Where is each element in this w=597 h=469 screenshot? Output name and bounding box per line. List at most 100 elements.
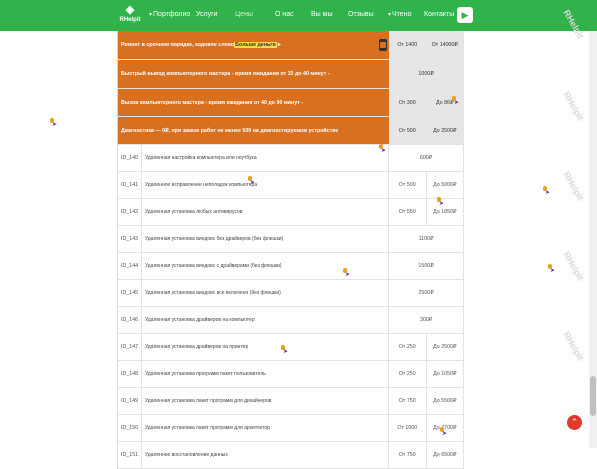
service-name: Удаленная установка виндовс все включено… (142, 280, 389, 306)
table-row: ID_143 Удаленная установка виндовс без д… (118, 226, 464, 253)
table-row: ID_140 Удаленная настройка компьютера ил… (118, 145, 464, 172)
nav-label: О нас (275, 11, 294, 18)
service-id: ID_146 (118, 307, 142, 333)
service-name: Удаленная установка любых антивирусов (142, 199, 389, 225)
service-id: ID_141 (118, 172, 142, 198)
orange-service-row: Вызов компьютерного мастера - время ожид… (118, 89, 464, 117)
logo-text: RHelpit (119, 17, 141, 23)
price-table: Ремонт в срочном порядке, кодовое слово … (117, 31, 464, 469)
cursor-icon: ➤ (543, 186, 550, 197)
price-from: От 500 (389, 172, 427, 198)
logo-mark-icon: ◈ (125, 4, 135, 16)
price-from: От 250 (389, 361, 427, 387)
table-row: ID_147 Удаленная установка драйверов на … (118, 334, 464, 361)
price-from: От 1400 (389, 31, 427, 59)
nav-item-portfolio[interactable]: ▾Портфолио (149, 11, 190, 18)
service-name: Удаленная установка драйверов на компьют… (142, 307, 389, 333)
chevron-up-icon: ⌃ (570, 417, 579, 427)
nav-item-reviews[interactable]: Отзывы (348, 11, 374, 18)
service-name: Удаленная установка программ пакет польз… (142, 361, 389, 387)
price-fixed: 1000₽ (389, 60, 464, 88)
orange-service-row: Ремонт в срочном порядке, кодовое слово … (118, 31, 464, 60)
cursor-icon: ➤ (452, 96, 459, 107)
table-row: ID_141 Удаленное исправление неполадок к… (118, 172, 464, 199)
price-to: До 1050₽ (427, 361, 464, 387)
service-id: ID_150 (118, 415, 142, 441)
nav-item-prices[interactable]: Цены (235, 11, 253, 18)
site-logo[interactable]: ◈ RHelpit (118, 4, 142, 28)
table-row: ID_146 Удаленная установка драйверов на … (118, 307, 464, 334)
nav-item-about[interactable]: О нас (275, 11, 294, 18)
cursor-icon: ➤ (437, 197, 444, 208)
watermark: RHelpit (561, 330, 586, 363)
table-row: ID_150 Удаленная установка пакет програм… (118, 415, 464, 442)
service-id: ID_151 (118, 442, 142, 468)
nav-item-we[interactable]: Вы мы (311, 11, 333, 18)
scroll-to-top-button[interactable]: ⌃ (567, 415, 582, 430)
price-to: До 5000₽ (427, 172, 464, 198)
table-row: ID_151 Удаленное восстановление данных О… (118, 442, 464, 469)
orange-service-row: Быстрый вывод компьютерного мастера - вр… (118, 60, 464, 89)
nav-label: Вы мы (311, 11, 333, 18)
play-button[interactable]: ▶ (457, 7, 473, 23)
table-row: ID_148 Удаленная установка программ паке… (118, 361, 464, 388)
service-name: Удаленное восстановление данных (142, 442, 389, 468)
service-name: Удаленная установка виндовс без драйверо… (142, 226, 389, 252)
cursor-icon: ➤ (440, 427, 447, 438)
service-id: ID_148 (118, 361, 142, 387)
price-from: От 1000 (389, 415, 427, 441)
service-description: Ремонт в срочном порядке, кодовое слово … (118, 31, 389, 59)
price-fixed: 300₽ (389, 307, 464, 333)
play-icon: ▶ (461, 9, 469, 20)
price-to: От 14000₽ (426, 31, 464, 59)
table-row: ID_144 Удаленная установка виндовс с дра… (118, 253, 464, 280)
table-row: ID_149 Удаленная установка пакет програм… (118, 388, 464, 415)
cursor-icon: ➤ (248, 176, 255, 187)
nav-item-services[interactable]: Услуги (196, 11, 218, 18)
service-id: ID_143 (118, 226, 142, 252)
service-id: ID_145 (118, 280, 142, 306)
cursor-icon: ➤ (343, 268, 350, 279)
nav-item-contacts[interactable]: Контакты (424, 11, 454, 18)
chevron-down-icon: ▾ (149, 12, 153, 18)
cursor-icon: ➤ (379, 144, 386, 155)
service-id: ID_147 (118, 334, 142, 360)
description-text-after: ► (276, 42, 282, 48)
nav-label: Портфолио (153, 11, 191, 18)
cursor-icon: ➤ (281, 345, 288, 356)
cursor-icon: ➤ (548, 264, 555, 275)
orange-service-row: Диагностика — 0₽, при заказе работ не ме… (118, 117, 464, 145)
price-from: От 750 (389, 388, 427, 414)
price-to: До 5500₽ (427, 388, 464, 414)
service-name: Удаленная установка виндовс с драйверами… (142, 253, 389, 279)
price-from: От 750 (389, 442, 427, 468)
watch-icon (379, 39, 387, 51)
service-id: ID_142 (118, 199, 142, 225)
nav-item-read[interactable]: ▾Чтено (388, 11, 411, 18)
price-fixed: 1100₽ (389, 226, 464, 252)
price-to: До 2500₽ (426, 117, 464, 144)
service-description: Быстрый вывод компьютерного мастера - вр… (121, 71, 330, 77)
price-to: До 2500₽ (427, 334, 464, 360)
table-row: ID_145 Удаленная установка виндовс все в… (118, 280, 464, 307)
top-navigation: ◈ RHelpit ▾Портфолио Услуги Цены О нас В… (0, 0, 597, 31)
scrollbar[interactable] (589, 31, 597, 448)
price-fixed: 600₽ (389, 145, 464, 171)
price-from: От 300 (389, 89, 427, 116)
nav-label: Контакты (424, 11, 455, 18)
service-name: Удаленная настройка компьютера или ноутб… (142, 145, 389, 171)
watermark: RHelpit (561, 170, 586, 203)
watermark: RHelpit (561, 250, 586, 283)
price-from: От 250 (389, 334, 427, 360)
watermark: RHelpit (561, 90, 586, 123)
scrollbar-thumb[interactable] (590, 376, 596, 416)
price-from: От 550 (389, 199, 427, 225)
service-id: ID_140 (118, 145, 142, 171)
price-to: До 1850₽ (427, 199, 464, 225)
highlight-text: Больше деньги (234, 42, 277, 48)
service-name: Удаленная установка пакет программ для д… (142, 388, 389, 414)
service-description: Вызов компьютерного мастера - время ожид… (121, 99, 304, 106)
service-id: ID_144 (118, 253, 142, 279)
service-name: Удаленная установка драйверов на принтер (142, 334, 389, 360)
nav-label: Чтено (392, 11, 412, 18)
